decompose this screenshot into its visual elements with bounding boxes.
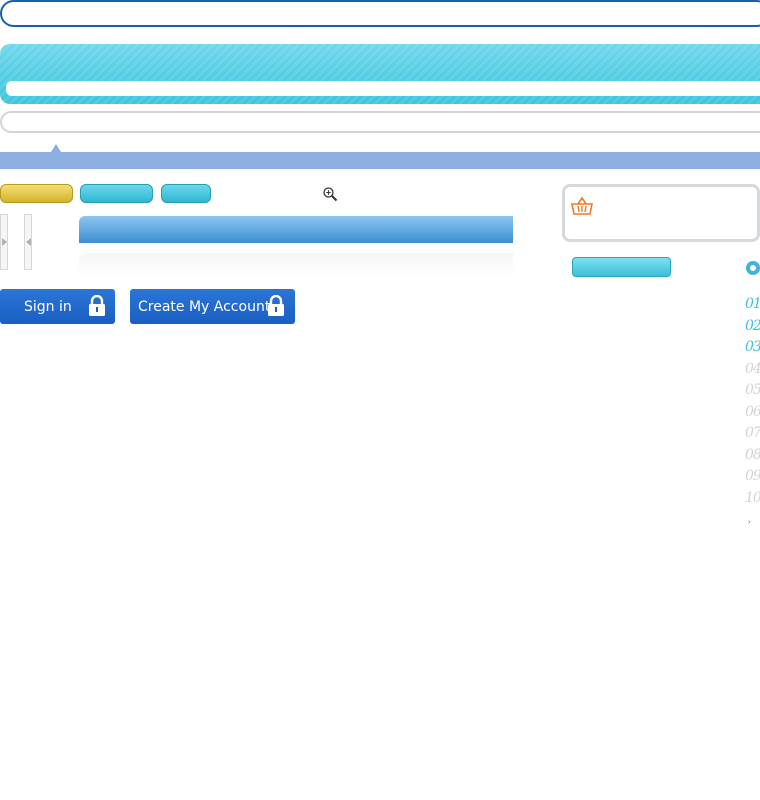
page-number[interactable]: 08 [745, 445, 760, 467]
search-bar[interactable] [0, 111, 760, 133]
create-account-button[interactable]: Create My Account [130, 289, 295, 324]
signin-button[interactable]: Sign in [0, 289, 115, 324]
gold-pill-button[interactable] [0, 184, 73, 203]
lock-icon [268, 295, 284, 316]
radio-icon[interactable] [746, 261, 760, 275]
top-bar [0, 0, 760, 27]
cyan-pill-button[interactable] [80, 184, 153, 203]
panel-body [79, 253, 513, 280]
page-number[interactable]: 04 [745, 359, 760, 381]
page-number[interactable]: 03 [745, 337, 760, 359]
page-number[interactable]: 07 [745, 423, 760, 445]
page-number[interactable]: 06 [745, 402, 760, 424]
create-account-label: Create My Account [138, 298, 271, 315]
arrow-left-icon [26, 238, 31, 246]
nav-pointer-arrow [51, 144, 61, 152]
page-number[interactable]: 09 [745, 466, 760, 488]
pagination-list: 01 02 03 04 05 06 07 08 09 10 [745, 294, 760, 509]
page-number[interactable]: 02 [745, 316, 760, 338]
zoom-in-icon[interactable] [322, 186, 338, 202]
basket-icon[interactable] [571, 196, 593, 216]
page-number[interactable]: 01 [745, 294, 760, 316]
page-number[interactable]: 05 [745, 380, 760, 402]
side-cyan-button[interactable] [572, 257, 671, 277]
page-number[interactable]: 10 [745, 488, 760, 510]
header-inner-strip [6, 81, 760, 96]
nav-strip [0, 152, 760, 169]
lock-icon [89, 295, 105, 316]
cyan-small-pill-button[interactable] [161, 184, 211, 203]
arrow-right-icon [2, 238, 7, 246]
next-page-arrow-icon[interactable]: › [748, 519, 758, 526]
signin-label: Sign in [24, 298, 72, 315]
panel-header [79, 216, 513, 243]
